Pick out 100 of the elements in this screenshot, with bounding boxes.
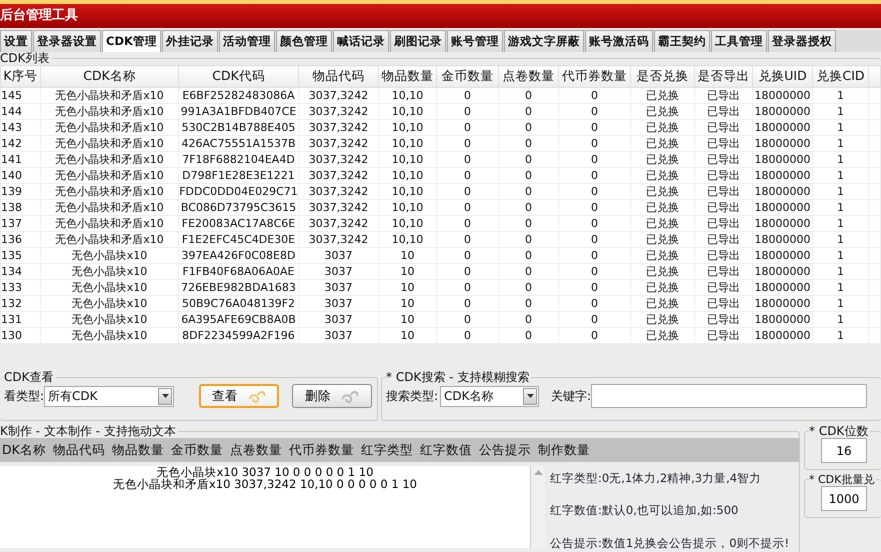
search-type-dropdown[interactable]: CDK名称	[440, 386, 540, 406]
table-cell: 已兑换	[630, 152, 694, 168]
column-header[interactable]: K序号	[0, 66, 40, 88]
table-cell: 已导出	[694, 264, 752, 280]
field-label: 关键字:	[551, 388, 592, 405]
tab[interactable]: 设置	[0, 30, 32, 52]
table-cell: 已兑换	[630, 296, 694, 312]
table-cell: 已导出	[694, 248, 752, 264]
table-cell: 0	[436, 216, 498, 232]
column-header[interactable]: 是否兑换	[630, 66, 694, 88]
table-cell: 1	[812, 296, 868, 312]
table-cell: 18000000	[752, 88, 812, 104]
tab[interactable]: 账号管理	[446, 30, 503, 52]
table-cell: 0	[436, 200, 498, 216]
table-cell: 已兑换	[630, 248, 694, 264]
tab[interactable]: 刷图记录	[390, 30, 446, 52]
table-cell: 3037	[298, 280, 378, 296]
table-cell: 1	[812, 152, 868, 168]
tab[interactable]: 登录器授权	[768, 30, 836, 52]
batch-field[interactable]: 1000	[821, 486, 867, 511]
table-cell: 10,10	[378, 216, 436, 232]
column-header[interactable]: 点卷数量	[498, 66, 558, 88]
tab[interactable]: CDK管理	[102, 30, 161, 52]
tab[interactable]: 喊话记录	[332, 30, 389, 52]
tab[interactable]: 活动管理	[218, 30, 275, 52]
table-cell: 7F18F6882104EA4D	[178, 152, 298, 168]
table-cell: 426AC75551A1537B	[178, 136, 298, 152]
table-cell: 0	[436, 296, 498, 312]
table-cell: FDDC0DD04E029C71	[178, 184, 298, 200]
table-cell: 无色小晶块和矛盾x10	[40, 232, 178, 248]
tab[interactable]: 霸王契约	[654, 30, 710, 52]
table-cell: 已兑换	[630, 200, 694, 216]
table-cell: 136	[0, 232, 40, 248]
column-header[interactable]: 兑换UID	[752, 66, 812, 88]
column-label: 点卷数量	[230, 440, 282, 459]
column-header[interactable]: 金币数量	[436, 66, 498, 88]
table-cell: 已兑换	[630, 136, 694, 152]
cdk-text-area[interactable]: 无色小晶块x10 3037 10 0 0 0 0 0 1 10 无色小晶块和矛盾x10 3037,3242 10,10 0 0 0 0 0 1 10	[0, 466, 530, 548]
tab[interactable]: 外挂记录	[162, 30, 218, 52]
section-title: K制作 - 文本制作 - 支持拖动文本	[0, 425, 177, 438]
table-cell: 已导出	[694, 280, 752, 296]
table-cell: 无色小晶块和矛盾x10	[40, 104, 178, 120]
table-cell: 726EBE982BDA1683	[178, 280, 298, 296]
column-label: 制作数量	[538, 440, 590, 459]
table-cell: 0	[498, 248, 558, 264]
table-cell: 0	[498, 88, 558, 104]
tab[interactable]: 游戏文字屏蔽	[504, 30, 584, 52]
table-cell: 已导出	[694, 328, 752, 344]
table-cell: 397EA426F0C08E8D	[178, 248, 298, 264]
table-cell: 0	[436, 184, 498, 200]
table-cell: 已导出	[694, 312, 752, 328]
tab[interactable]: 账号激活码	[584, 30, 653, 52]
table-cell: 无色小晶块x10	[40, 328, 178, 344]
tab[interactable]: 工具管理	[710, 30, 767, 52]
table-cell: 139	[0, 184, 40, 200]
column-header[interactable]: 物品数量	[378, 66, 436, 88]
table-cell: 10	[378, 328, 436, 344]
column-header[interactable]: 是否导出	[694, 66, 752, 88]
table-cell: 0	[498, 184, 558, 200]
view-button[interactable]: 查看	[199, 384, 280, 408]
table-cell: 143	[0, 120, 40, 136]
table-cell: 130	[0, 328, 40, 344]
field-label: 搜索类型:	[386, 388, 438, 405]
section-title: * CDK批量兑	[809, 473, 876, 486]
table-cell: 1	[812, 168, 868, 184]
column-header[interactable]: 兑换CID	[812, 66, 868, 88]
table-cell: 3037	[298, 312, 378, 328]
delete-button[interactable]: 删除	[292, 384, 372, 408]
table-cell: 50B9C76A048139F2	[178, 296, 298, 312]
table-cell: 无色小晶块x10	[40, 312, 178, 328]
table-cell: 142	[0, 136, 40, 152]
type-dropdown[interactable]: 所有CDK	[44, 386, 174, 406]
table-cell: 18000000	[752, 184, 812, 200]
column-header[interactable]: CDK名称	[40, 66, 178, 88]
swirl-icon	[341, 389, 360, 403]
column-header[interactable]: 物品代码	[298, 66, 378, 88]
table-cell: 1	[812, 312, 868, 328]
column-header[interactable]: 代币券数量	[558, 66, 630, 88]
table-cell: 18000000	[752, 200, 812, 216]
table-cell: 3037,3242	[298, 184, 378, 200]
table-cell: 无色小晶块和矛盾x10	[40, 184, 178, 200]
table-cell: 991A3A1BFDB407CE	[178, 104, 298, 120]
table-cell: 10,10	[378, 232, 436, 248]
table-cell: 已导出	[694, 200, 752, 216]
table-cell: 0	[558, 184, 630, 200]
keyword-field[interactable]	[591, 384, 867, 408]
table-cell: 0	[498, 136, 558, 152]
table-cell: 10,10	[378, 136, 436, 152]
digits-field[interactable]: 16	[821, 438, 867, 463]
table-cell: 3037,3242	[298, 216, 378, 232]
scrollbar[interactable]	[530, 466, 545, 548]
table-cell: 3037,3242	[298, 232, 378, 248]
tab[interactable]: 登录器设置	[33, 30, 101, 52]
table-cell: 0	[436, 264, 498, 280]
table-cell: 0	[436, 328, 498, 344]
table-cell: 1	[812, 248, 868, 264]
tab[interactable]: 颜色管理	[276, 30, 332, 52]
table-cell: 已兑换	[630, 216, 694, 232]
table-cell: 已兑换	[630, 232, 694, 248]
column-header[interactable]: CDK代码	[178, 66, 298, 88]
